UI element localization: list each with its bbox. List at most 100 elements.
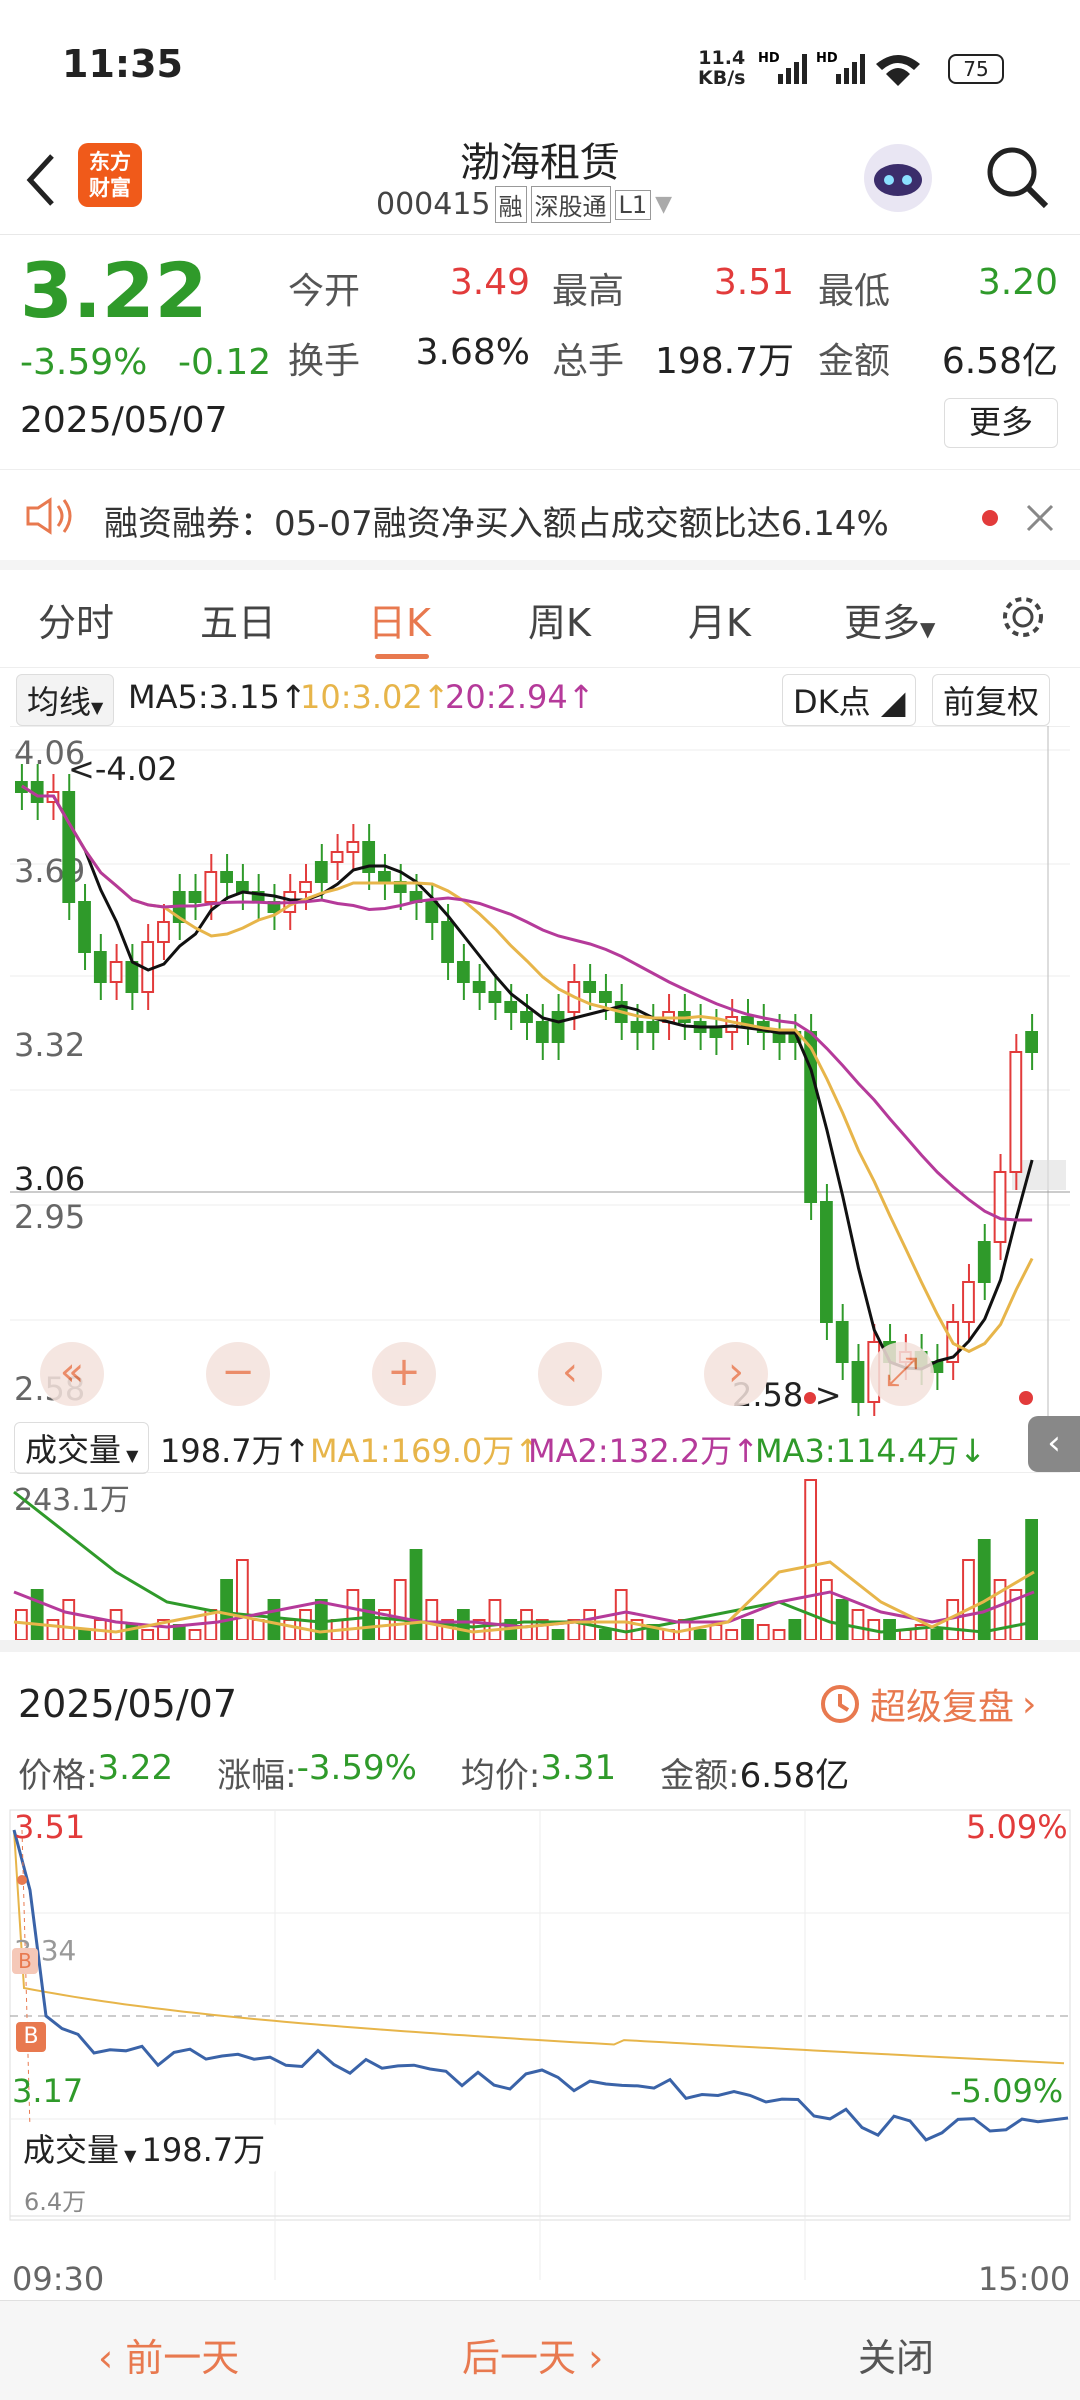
volume-bar — [693, 1629, 707, 1641]
candle-body — [157, 921, 170, 943]
net-speed: 11.4 KB/s — [698, 47, 746, 89]
status-bar: 11:35 11.4 KB/s HD HD 75 — [0, 0, 1080, 130]
zoom-in-button[interactable]: + — [372, 1342, 436, 1406]
candle-body — [62, 791, 76, 903]
candle-body — [1009, 1051, 1023, 1173]
candle-body — [299, 881, 312, 893]
low-value: 3.20 — [977, 262, 1058, 303]
candle-body — [346, 841, 360, 853]
volume-bar — [109, 1609, 123, 1641]
collapse-side-button[interactable]: ‹ — [1028, 1416, 1080, 1472]
volume-bar — [725, 1629, 739, 1641]
volume-bar — [283, 1619, 297, 1641]
candle-body — [330, 851, 344, 863]
volume-bar — [551, 1629, 565, 1641]
change-value: -0.12 — [178, 342, 272, 383]
volume-bar — [977, 1539, 991, 1641]
scroll-left-fast-button[interactable]: « — [40, 1342, 104, 1406]
candle-body — [425, 901, 439, 923]
candlestick-svg[interactable]: 4.063.693.323.062.952.58<-4.022.58-> — [0, 725, 1080, 1420]
candle-body — [504, 1001, 518, 1013]
settings-icon[interactable] — [998, 592, 1048, 642]
tab-five-day[interactable]: 五日 — [200, 592, 276, 647]
volume-selector[interactable]: 成交量 ▼ — [14, 1422, 150, 1474]
volume-chart[interactable]: 243.1万 — [0, 1471, 1080, 1641]
candle-body — [220, 871, 233, 883]
current-price: 3.22 — [20, 246, 208, 335]
amount-label: 金额 — [818, 341, 891, 382]
volume-value: 198.7万 — [654, 341, 794, 382]
volume-bar — [851, 1609, 865, 1641]
quote-date: 2025/05/07 — [20, 400, 228, 441]
tab-more[interactable]: 更多▼ — [844, 592, 935, 647]
volume-svg[interactable]: 243.1万 — [0, 1471, 1080, 1641]
notice-text: 融资融券：05-07融资净买入额占成交额比达6.14% — [104, 504, 889, 544]
high-marker: <-4.02 — [68, 750, 178, 788]
buy-marker-2[interactable]: B — [16, 2022, 46, 2052]
dropdown-icon[interactable]: ▼ — [655, 192, 672, 217]
search-icon[interactable] — [982, 142, 1052, 212]
volume-bar — [425, 1599, 439, 1641]
intraday-top-price: 3.51 — [14, 1808, 86, 1846]
panel-date: 2025/05/07 — [18, 1682, 238, 1726]
volume-legend: 成交量 ▼ 198.7万↑ MA1:169.0万↑ MA2:132.2万↑ MA… — [0, 1416, 1080, 1474]
candle-body — [235, 881, 249, 893]
close-button[interactable]: 关闭 — [858, 2327, 934, 2382]
prev-day-button[interactable]: ‹ 前一天 — [98, 2327, 239, 2382]
intraday-chart[interactable] — [0, 1800, 1080, 2300]
tag-margin: 融 — [494, 186, 527, 223]
panel-stats: 价格: 3.22 涨幅: -3.59% 均价: 3.31 金额: 6.58亿 — [18, 1748, 850, 1796]
high-value: 3.51 — [713, 262, 794, 303]
dk-button[interactable]: DK点 ◢ — [782, 674, 917, 726]
ma-legend: 均线▼ MA5:3.15↑ 10:3.02↑ 20:2.94↑ DK点 ◢ 前复… — [0, 668, 1080, 726]
robot-avatar[interactable] — [858, 136, 938, 220]
chart-tabs: 分时 五日 日K 周K 月K 更多▼ — [0, 570, 1080, 668]
low-label: 最低 — [818, 271, 891, 312]
vol-ma2: MA2:132.2万↑ — [528, 1432, 760, 1470]
candle-body — [646, 1021, 660, 1033]
next-day-button[interactable]: 后一天 › — [462, 2327, 603, 2382]
candlestick-chart[interactable]: 4.063.693.323.062.952.58<-4.022.58-> « −… — [0, 725, 1080, 1420]
candle-body — [583, 981, 597, 993]
tab-daily-k[interactable]: 日K — [368, 592, 431, 647]
buy-marker[interactable]: B — [12, 1948, 38, 1974]
tab-intraday[interactable]: 分时 — [38, 592, 114, 647]
margin-notice[interactable]: 融资融券：05-07融资净买入额占成交额比达6.14% — [0, 470, 1080, 570]
ma20-value: 20:2.94↑ — [445, 678, 595, 716]
volume-bar — [251, 1619, 265, 1641]
close-icon[interactable] — [1024, 502, 1056, 534]
volume-bar — [15, 1609, 28, 1641]
volume-bar — [188, 1629, 202, 1641]
volume-bar — [962, 1559, 975, 1641]
ma-selector[interactable]: 均线▼ — [16, 674, 115, 726]
volume-bar — [220, 1579, 233, 1641]
change-pct: -3.59% — [20, 342, 148, 383]
volume-bar — [772, 1629, 786, 1641]
tab-monthly-k[interactable]: 月K — [688, 592, 751, 647]
candle-body — [472, 981, 486, 993]
candle-body — [962, 1281, 975, 1323]
candle-body — [535, 1021, 549, 1043]
trade-point — [17, 1875, 27, 1885]
scroll-right-button[interactable]: › — [704, 1342, 768, 1406]
more-button[interactable]: 更多 — [944, 398, 1058, 448]
intraday-vol-selector[interactable]: 成交量 ▼ 198.7万 — [12, 2122, 277, 2174]
super-replay-link[interactable]: 超级复盘 › — [818, 1678, 1036, 1730]
tag-connect: 深股通 — [530, 186, 611, 223]
intraday-bottom-price: 3.17 — [12, 2072, 84, 2110]
y-axis-label: 3.32 — [14, 1026, 85, 1064]
fullscreen-button[interactable]: ⤢ — [870, 1342, 934, 1406]
zoom-out-button[interactable]: − — [206, 1342, 270, 1406]
adjust-button[interactable]: 前复权 — [932, 674, 1051, 726]
open-value: 3.49 — [449, 262, 530, 303]
day-detail-panel: 2025/05/07 超级复盘 › 价格: 3.22 涨幅: -3.59% 均价: 3.… — [0, 1640, 1080, 2300]
scroll-left-button[interactable]: ‹ — [538, 1342, 602, 1406]
volume-bar — [30, 1589, 44, 1641]
candle-body — [188, 891, 202, 903]
time-start: 09:30 — [12, 2260, 105, 2298]
volume-bar — [267, 1599, 281, 1641]
tab-weekly-k[interactable]: 周K — [528, 592, 591, 647]
stock-code: 000415 — [376, 187, 491, 222]
tag-level: L1 — [614, 189, 652, 220]
candle-body — [820, 1201, 833, 1323]
